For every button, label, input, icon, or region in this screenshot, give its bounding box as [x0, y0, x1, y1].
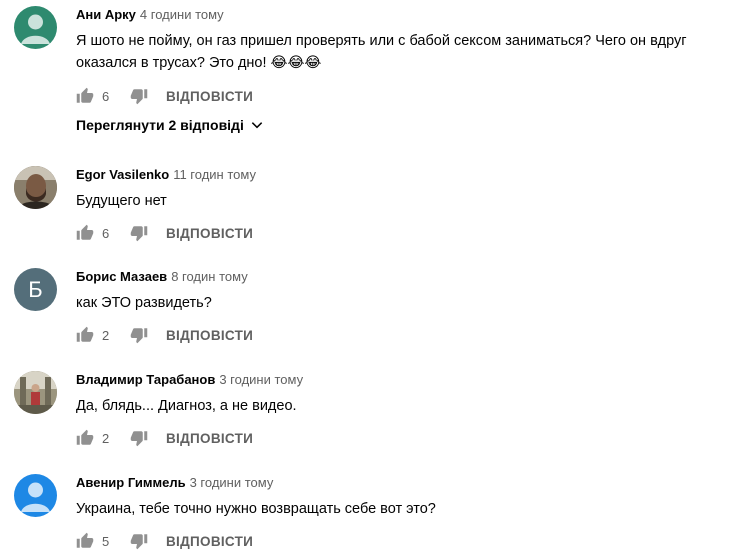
- comment-actions: 2 ВІДПОВІСТИ: [76, 323, 253, 347]
- thumbs-down-icon[interactable]: [130, 326, 148, 344]
- comment-text: Будущего нет: [76, 193, 167, 209]
- like-count: 2: [102, 430, 110, 446]
- comment-actions: 2 ВІДПОВІСТИ: [76, 426, 253, 450]
- comment-time[interactable]: 3 години тому: [219, 372, 303, 387]
- thumbs-down-icon[interactable]: [130, 87, 148, 105]
- author-name[interactable]: Борис Мазаев: [76, 269, 167, 284]
- reply-button[interactable]: ВІДПОВІСТИ: [166, 328, 253, 343]
- author-name[interactable]: Владимир Тарабанов: [76, 372, 215, 387]
- author-name[interactable]: Ани Арку: [76, 7, 136, 22]
- comment-text: как ЭТО развидеть?: [76, 295, 212, 311]
- user-photo-icon: [14, 371, 57, 414]
- author-name[interactable]: Egor Vasilenko: [76, 167, 169, 182]
- chevron-down-icon: [250, 118, 264, 132]
- thumbs-down-icon[interactable]: [130, 429, 148, 447]
- comment-time[interactable]: 4 години тому: [140, 7, 224, 22]
- view-replies-button[interactable]: Переглянути 2 відповіді: [76, 117, 264, 133]
- comment-time[interactable]: 3 години тому: [190, 475, 274, 490]
- like-count: 6: [102, 88, 110, 104]
- reply-button[interactable]: ВІДПОВІСТИ: [166, 226, 253, 241]
- view-replies-label: Переглянути 2 відповіді: [76, 117, 244, 133]
- author-name[interactable]: Авенир Гиммель: [76, 475, 186, 490]
- avatar[interactable]: [14, 474, 57, 517]
- comment-actions: 6 ВІДПОВІСТИ: [76, 221, 253, 245]
- reply-button[interactable]: ВІДПОВІСТИ: [166, 534, 253, 549]
- comment-text: Я шото не пойму, он газ пришел проверять…: [76, 33, 687, 71]
- reply-button[interactable]: ВІДПОВІСТИ: [166, 431, 253, 446]
- thumbs-up-icon[interactable]: [76, 532, 94, 550]
- comment-text: Да, блядь... Диагноз, а не видео.: [76, 398, 297, 414]
- comment-time[interactable]: 8 годин тому: [171, 269, 248, 284]
- user-photo-icon: [14, 166, 57, 209]
- comment-actions: 6 ВІДПОВІСТИ: [76, 84, 253, 108]
- like-count: 5: [102, 533, 110, 549]
- reply-button[interactable]: ВІДПОВІСТИ: [166, 89, 253, 104]
- comment-header: Борис Мазаев 8 годин тому: [76, 268, 740, 286]
- avatar[interactable]: [14, 6, 57, 49]
- like-count: 6: [102, 225, 110, 241]
- comment-header: Авенир Гиммель 3 години тому: [76, 474, 740, 492]
- avatar[interactable]: [14, 166, 57, 209]
- default-user-icon: [21, 14, 50, 44]
- comment-text: Украина, тебе точно нужно возвращать себ…: [76, 501, 436, 517]
- comment-header: Ани Арку 4 години тому: [76, 6, 740, 24]
- default-user-icon: [21, 482, 50, 512]
- comment-actions: 5 ВІДПОВІСТИ: [76, 529, 253, 553]
- avatar[interactable]: [14, 371, 57, 414]
- thumbs-up-icon[interactable]: [76, 326, 94, 344]
- like-count: 2: [102, 327, 110, 343]
- avatar-letter: Б: [28, 276, 43, 302]
- thumbs-up-icon[interactable]: [76, 224, 94, 242]
- avatar[interactable]: Б: [14, 268, 57, 311]
- thumbs-up-icon[interactable]: [76, 87, 94, 105]
- thumbs-down-icon[interactable]: [130, 224, 148, 242]
- thumbs-up-icon[interactable]: [76, 429, 94, 447]
- comment-header: Egor Vasilenko 11 годин тому: [76, 166, 740, 184]
- thumbs-down-icon[interactable]: [130, 532, 148, 550]
- comment-header: Владимир Тарабанов 3 години тому: [76, 371, 740, 389]
- comment-time[interactable]: 11 годин тому: [173, 167, 256, 182]
